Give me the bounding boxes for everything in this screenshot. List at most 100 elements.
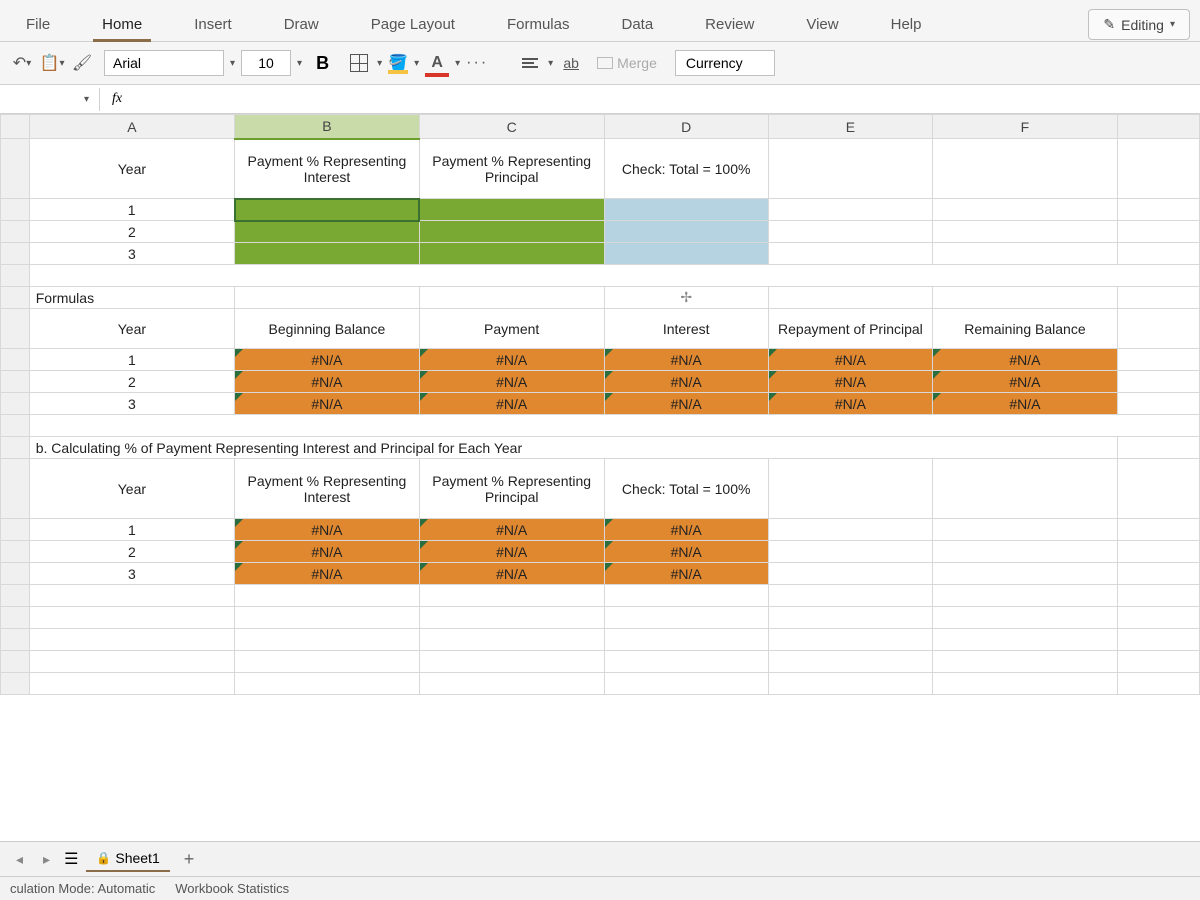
col-header-c[interactable]: C bbox=[419, 115, 604, 139]
cell-error[interactable]: #N/A bbox=[235, 519, 420, 541]
cell[interactable] bbox=[29, 265, 1199, 287]
cell[interactable] bbox=[933, 139, 1118, 199]
tab-insert[interactable]: Insert bbox=[178, 8, 248, 41]
row-header[interactable] bbox=[1, 415, 30, 437]
chevron-down-icon[interactable]: ▾ bbox=[414, 58, 419, 69]
cell[interactable] bbox=[1117, 585, 1199, 607]
cell[interactable] bbox=[933, 287, 1118, 309]
cell[interactable]: 2 bbox=[29, 371, 234, 393]
cell[interactable] bbox=[235, 287, 420, 309]
row-header[interactable] bbox=[1, 519, 30, 541]
row-header[interactable] bbox=[1, 221, 30, 243]
row-header[interactable] bbox=[1, 371, 30, 393]
cell[interactable] bbox=[1117, 629, 1199, 651]
row-header[interactable] bbox=[1, 243, 30, 265]
cell[interactable] bbox=[933, 199, 1118, 221]
cell[interactable]: Year bbox=[29, 309, 234, 349]
cell[interactable] bbox=[419, 629, 604, 651]
cell[interactable] bbox=[1117, 437, 1199, 459]
cell-error[interactable]: #N/A bbox=[419, 371, 604, 393]
cell[interactable] bbox=[1117, 199, 1199, 221]
cell[interactable] bbox=[235, 629, 420, 651]
cell[interactable] bbox=[768, 243, 932, 265]
cell[interactable] bbox=[604, 673, 768, 695]
fill-color-icon[interactable]: 🪣 bbox=[388, 55, 408, 71]
tab-home[interactable]: Home bbox=[86, 8, 158, 41]
cell[interactable] bbox=[419, 199, 604, 221]
bold-button[interactable]: B bbox=[308, 51, 337, 76]
cell[interactable] bbox=[419, 243, 604, 265]
cell[interactable] bbox=[933, 541, 1118, 563]
undo-icon[interactable]: ↶▾ bbox=[10, 51, 34, 75]
cell[interactable] bbox=[933, 629, 1118, 651]
cell[interactable] bbox=[933, 519, 1118, 541]
chevron-down-icon[interactable]: ▾ bbox=[297, 58, 302, 69]
row-header[interactable] bbox=[1, 309, 30, 349]
cell[interactable] bbox=[419, 221, 604, 243]
sheet-tab-1[interactable]: 🔒 Sheet1 bbox=[86, 846, 169, 872]
cell[interactable] bbox=[604, 607, 768, 629]
cell[interactable] bbox=[29, 585, 234, 607]
cell[interactable] bbox=[29, 415, 1199, 437]
cell[interactable] bbox=[933, 221, 1118, 243]
cell-error[interactable]: #N/A bbox=[235, 371, 420, 393]
cell[interactable] bbox=[768, 541, 932, 563]
cell[interactable] bbox=[1117, 673, 1199, 695]
chevron-down-icon[interactable]: ▾ bbox=[230, 58, 235, 69]
cell[interactable] bbox=[1117, 287, 1199, 309]
tab-file[interactable]: File bbox=[10, 8, 66, 41]
cell[interactable]: 1 bbox=[29, 199, 234, 221]
cell[interactable] bbox=[419, 651, 604, 673]
cell-error[interactable]: #N/A bbox=[604, 519, 768, 541]
cell[interactable]: Check: Total = 100% bbox=[604, 459, 768, 519]
cell[interactable] bbox=[768, 519, 932, 541]
select-all-corner[interactable] bbox=[1, 115, 30, 139]
cell-error[interactable]: #N/A bbox=[419, 349, 604, 371]
cell[interactable] bbox=[768, 651, 932, 673]
all-sheets-icon[interactable]: ☰ bbox=[64, 849, 78, 869]
row-header[interactable] bbox=[1, 265, 30, 287]
cell[interactable]: Beginning Balance bbox=[235, 309, 420, 349]
cell[interactable]: Remaining Balance bbox=[933, 309, 1118, 349]
cell[interactable]: 2 bbox=[29, 541, 234, 563]
cell-error[interactable]: #N/A bbox=[933, 371, 1118, 393]
editing-mode-button[interactable]: ✎ Editing ▾ bbox=[1088, 9, 1190, 40]
fx-label[interactable]: fx bbox=[100, 85, 134, 113]
cell[interactable]: 2 bbox=[29, 221, 234, 243]
cell[interactable] bbox=[235, 607, 420, 629]
cell[interactable] bbox=[604, 651, 768, 673]
cell[interactable]: 1 bbox=[29, 349, 234, 371]
cell[interactable]: 3 bbox=[29, 243, 234, 265]
cell[interactable] bbox=[768, 221, 932, 243]
cell[interactable]: Check: Total = 100% bbox=[604, 139, 768, 199]
cell[interactable] bbox=[604, 629, 768, 651]
cell[interactable] bbox=[933, 673, 1118, 695]
cell[interactable]: Interest bbox=[604, 309, 768, 349]
cell[interactable]: Year bbox=[29, 459, 234, 519]
name-box[interactable]: ▾ bbox=[0, 88, 100, 111]
calc-mode-label[interactable]: culation Mode: Automatic bbox=[10, 881, 155, 896]
cell[interactable] bbox=[235, 673, 420, 695]
cell[interactable] bbox=[1117, 519, 1199, 541]
row-header[interactable] bbox=[1, 607, 30, 629]
clipboard-icon[interactable]: 📋▾ bbox=[40, 51, 64, 75]
formulas-section-label[interactable]: Formulas bbox=[29, 287, 234, 309]
sheet-nav-next[interactable]: ▸ bbox=[37, 849, 56, 870]
row-header[interactable] bbox=[1, 287, 30, 309]
section-b-title[interactable]: b. Calculating % of Payment Representing… bbox=[29, 437, 1117, 459]
col-header-d[interactable]: D bbox=[604, 115, 768, 139]
cell-error[interactable]: #N/A bbox=[235, 393, 420, 415]
cell[interactable] bbox=[29, 629, 234, 651]
cell-error[interactable]: #N/A bbox=[604, 349, 768, 371]
col-header-blank[interactable] bbox=[1117, 115, 1199, 139]
row-header[interactable] bbox=[1, 563, 30, 585]
number-format-select[interactable] bbox=[675, 50, 775, 76]
chevron-down-icon[interactable]: ▾ bbox=[377, 58, 382, 69]
cell[interactable] bbox=[1117, 243, 1199, 265]
cell-error[interactable]: #N/A bbox=[235, 349, 420, 371]
cell[interactable] bbox=[1117, 139, 1199, 199]
row-header[interactable] bbox=[1, 437, 30, 459]
cell[interactable] bbox=[419, 673, 604, 695]
cell[interactable]: Repayment of Principal bbox=[768, 309, 932, 349]
cell[interactable] bbox=[29, 673, 234, 695]
